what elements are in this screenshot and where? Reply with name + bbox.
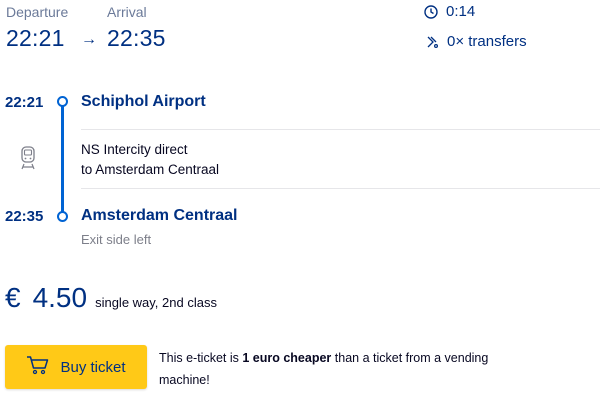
train-icon [18, 145, 38, 176]
promo-highlight: 1 euro cheaper [242, 351, 332, 365]
arrival-label: Arrival [107, 4, 147, 20]
destination-station[interactable]: Amsterdam Centraal [81, 207, 238, 225]
price-amount: 4.50 [32, 282, 88, 313]
promo-text: This e-ticket is 1 euro cheaper than a t… [159, 347, 499, 391]
clock-icon [424, 4, 438, 19]
divider [81, 188, 600, 189]
route-line [61, 104, 64, 214]
departure-label: Departure [6, 4, 69, 20]
exit-side-note: Exit side left [81, 232, 152, 247]
destination-stop-dot [57, 211, 68, 222]
leg-service: NS Intercity direct [81, 142, 188, 157]
origin-time: 22:21 [5, 94, 44, 111]
arrival-time: 22:35 [107, 25, 166, 51]
leg-info: NS Intercity direct to Amsterdam Centraa… [81, 140, 219, 180]
leg-direction: to Amsterdam Centraal [81, 162, 220, 177]
buy-ticket-label: Buy ticket [60, 358, 126, 376]
arrow-right-icon: → [81, 31, 97, 48]
duration: 0:14 [424, 3, 475, 20]
origin-stop-dot [57, 96, 68, 107]
departure-time: 22:21 [6, 25, 65, 51]
promo-prefix: This e-ticket is [159, 351, 243, 365]
currency-symbol: € [5, 282, 21, 313]
price: € 4.50 single way, 2nd class [5, 282, 217, 314]
destination-time: 22:35 [5, 208, 44, 225]
price-note: single way, 2nd class [95, 295, 217, 310]
cart-icon [26, 355, 50, 379]
transfers: 0× transfers [425, 33, 527, 50]
duration-value: 0:14 [446, 3, 476, 20]
transfers-value: 0× transfers [447, 33, 527, 50]
origin-station[interactable]: Schiphol Airport [81, 93, 206, 111]
transfer-icon [425, 35, 439, 49]
buy-ticket-button[interactable]: Buy ticket [5, 345, 147, 389]
divider [81, 129, 600, 130]
